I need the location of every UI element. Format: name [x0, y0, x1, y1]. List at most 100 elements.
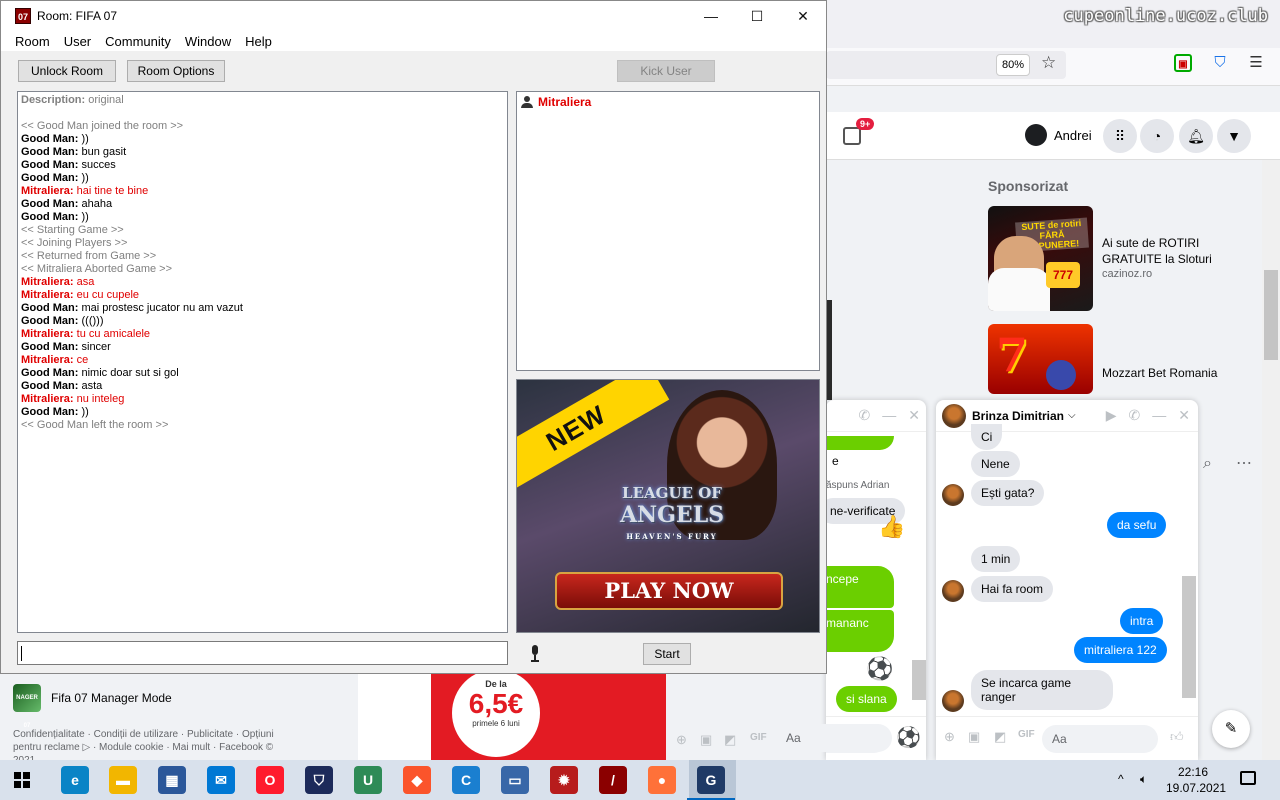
ad-image-mozzart[interactable]: 7 — [988, 324, 1093, 394]
chat-contact-name[interactable]: Brinza Dimitrian — [972, 409, 1064, 423]
taskbar-game1-icon[interactable]: ✹ — [550, 766, 578, 794]
taskbar-brave-icon[interactable]: ◆ — [403, 766, 431, 794]
sticker-icon[interactable]: ◩ — [724, 732, 736, 748]
taskbar-explorer-icon[interactable]: ▬ — [109, 766, 137, 794]
message-input[interactable]: Aa — [776, 724, 892, 752]
maximize-button[interactable]: ☐ — [734, 1, 780, 31]
soccer-ball-icon[interactable]: ⚽ — [896, 725, 921, 750]
message-author: Good Man: — [21, 172, 79, 184]
windows-start-icon[interactable] — [14, 772, 30, 788]
phone-icon[interactable]: ✆ — [859, 407, 871, 424]
game-thumbnail[interactable]: NAGER 07 — [13, 684, 41, 729]
title-bar[interactable]: 07 Room: FIFA 07 — ☐ ✕ — [1, 1, 826, 31]
play-now-button[interactable]: PLAY NOW — [555, 572, 783, 610]
image-icon[interactable]: ▣ — [700, 732, 712, 748]
chat-log[interactable]: Description: original << Good Man joined… — [17, 91, 508, 633]
thumbs-up-icon[interactable]: 👍︎ — [1170, 729, 1184, 745]
taskbar-window-icon[interactable]: ▭ — [501, 766, 529, 794]
profile-button[interactable]: Andrei — [1025, 124, 1092, 146]
unlock-room-button[interactable]: Unlock Room — [18, 60, 116, 82]
minimize-icon[interactable]: — — [882, 407, 896, 424]
phone-icon[interactable]: ✆ — [1129, 407, 1141, 424]
room-description: Description: original — [21, 94, 504, 107]
close-button[interactable]: ✕ — [780, 1, 826, 31]
kick-user-button[interactable]: Kick User — [617, 60, 715, 82]
taskbar-store-icon[interactable]: ▦ — [158, 766, 186, 794]
start-button[interactable]: Start — [643, 643, 691, 665]
menu-help[interactable]: Help — [245, 34, 272, 49]
menu-room[interactable]: Room — [15, 34, 50, 49]
gif-icon[interactable]: GIF — [1018, 729, 1035, 740]
taskbar-vpn-icon[interactable]: ⛉ — [305, 766, 333, 794]
room-options-button[interactable]: Room Options — [127, 60, 225, 82]
taskbar-opera-icon[interactable]: O — [256, 766, 284, 794]
description-value: original — [88, 94, 124, 106]
search-icon[interactable]: ⌕ — [1203, 455, 1212, 473]
reply-label: ăspuns Adrian — [826, 480, 890, 491]
menu-icon[interactable]: ☰ — [1247, 54, 1265, 72]
taskbar-gameranger-icon[interactable]: G — [687, 766, 735, 800]
microphone-icon[interactable] — [529, 645, 541, 663]
image-icon[interactable]: ▣ — [968, 729, 980, 745]
ad-seven: 7 — [996, 328, 1029, 382]
user-list[interactable]: Mitraliera — [516, 91, 820, 371]
clock-date: 19.07.2021 — [1166, 781, 1227, 795]
ad-title[interactable]: Ai sute de ROTIRI GRATUITE la Sloturi — [1102, 235, 1252, 267]
user-icon — [521, 96, 533, 108]
notifications-bell-icon[interactable]: 🔔︎ — [1179, 119, 1213, 153]
taskbar-mail-icon[interactable]: ✉ — [207, 766, 235, 794]
plus-icon[interactable]: ⊕ — [944, 729, 955, 745]
menu-user[interactable]: User — [64, 34, 91, 49]
gif-icon[interactable]: GIF — [750, 732, 767, 743]
messenger-icon[interactable]: ◔ — [1140, 119, 1174, 153]
taskbar-firefox-icon[interactable]: ● — [648, 766, 676, 794]
pages-icon[interactable] — [843, 127, 861, 145]
page-scrollbar-thumb[interactable] — [1264, 270, 1278, 360]
ad-logo-line1: LEAGUE OF — [622, 484, 722, 502]
url-bar[interactable] — [826, 51, 1066, 79]
taskbar-game2-icon[interactable]: / — [599, 766, 627, 794]
extension-icon[interactable]: ▣ — [1174, 54, 1192, 72]
more-icon[interactable]: ⋯ — [1236, 453, 1252, 473]
close-icon[interactable]: ✕ — [1178, 407, 1190, 424]
ad-image-casino[interactable]: SUTE de rotiri FĂRĂ DEPUNERE! 777 — [988, 206, 1093, 311]
game-link[interactable]: Fifa 07 Manager Mode — [51, 691, 172, 705]
account-dropdown-icon[interactable]: ▼ — [1217, 119, 1251, 153]
sticker-icon[interactable]: ◩ — [994, 729, 1006, 745]
chat-message: Good Man: succes — [21, 159, 504, 172]
message-author: Good Man: — [21, 133, 79, 145]
volume-icon[interactable]: 🔈︎ — [1140, 772, 1147, 787]
page-scrollbar[interactable] — [1262, 160, 1280, 760]
message-input[interactable] — [17, 641, 508, 665]
shield-extension-icon[interactable]: ⛉ — [1211, 54, 1229, 72]
minimize-icon[interactable]: — — [1152, 407, 1166, 424]
notification-badge: 9+ — [856, 118, 875, 130]
taskbar-utorrent-icon[interactable]: U — [354, 766, 382, 794]
message-text: )) — [81, 211, 89, 223]
tray-chevron-icon[interactable]: ^ — [1118, 772, 1124, 786]
video-call-icon[interactable]: ▶ — [1106, 407, 1117, 424]
taskbar-ccleaner-icon[interactable]: C — [452, 766, 480, 794]
message-input[interactable]: Aa — [1042, 725, 1158, 753]
ad-title[interactable]: Mozzart Bet Romania — [1102, 365, 1252, 381]
chat-header: ✆ — ✕ — [826, 400, 926, 432]
chevron-down-icon[interactable]: ⌵ — [1068, 410, 1076, 421]
user-list-item[interactable]: Mitraliera — [521, 95, 815, 109]
chat-scrollbar[interactable] — [912, 660, 926, 700]
new-message-icon[interactable]: ✎ — [1212, 710, 1250, 748]
chat-scrollbar[interactable] — [1182, 576, 1196, 698]
bookmark-star-icon[interactable]: ☆ — [1041, 53, 1056, 73]
menu-community[interactable]: Community — [105, 34, 171, 49]
plus-icon[interactable]: ⊕ — [676, 732, 687, 748]
clock[interactable]: 22:16 19.07.2021 — [1166, 764, 1227, 796]
chat-footer: ⊕ ▣ ◩ GIF Aa 👍︎ — [936, 716, 1198, 760]
action-center-icon[interactable] — [1240, 771, 1256, 785]
ad-banner[interactable]: NEW LEAGUE OF ANGELS HEAVEN'S FURY PLAY … — [516, 379, 820, 633]
menu-window[interactable]: Window — [185, 34, 231, 49]
message-author: Good Man: — [21, 315, 79, 327]
apps-grid-icon[interactable]: ⠿ — [1103, 119, 1137, 153]
zoom-indicator[interactable]: 80% — [996, 54, 1030, 76]
close-icon[interactable]: ✕ — [908, 407, 920, 424]
minimize-button[interactable]: — — [688, 1, 734, 31]
taskbar-edge-icon[interactable]: e — [61, 766, 89, 794]
